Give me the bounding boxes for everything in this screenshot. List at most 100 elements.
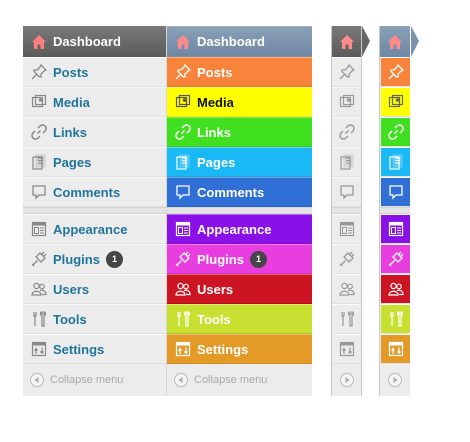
expand-menu-button[interactable]: [380, 364, 410, 396]
collapse-arrow-icon: [174, 373, 188, 387]
settings-icon: [336, 340, 358, 358]
menu-item-plugins[interactable]: Plugins 1: [23, 244, 166, 274]
home-icon: [384, 33, 406, 51]
menu-item-plugins[interactable]: [332, 244, 361, 274]
menu-item-label: Dashboard: [197, 34, 265, 49]
home-icon: [336, 33, 358, 51]
menu-item-label: Media: [197, 94, 234, 110]
menu-item-media[interactable]: [381, 87, 410, 117]
menu-item-label: Settings: [53, 341, 105, 357]
expand-arrow-icon: [339, 373, 354, 387]
collapse-menu-label: Collapse menu: [194, 374, 268, 386]
menu-item-links[interactable]: [332, 117, 361, 147]
appearance-icon: [172, 220, 194, 238]
menu-item-label: Pages: [53, 154, 92, 170]
links-icon: [336, 123, 358, 141]
menu-item-posts[interactable]: [381, 57, 410, 87]
appearance-icon: [385, 220, 407, 238]
menu-item-settings[interactable]: [381, 334, 410, 364]
menu-item-comments[interactable]: Comments: [167, 177, 312, 207]
menu-item-pages[interactable]: [381, 147, 410, 177]
settings-icon: [28, 340, 50, 358]
menu-item-label: Comments: [53, 184, 121, 200]
comments-icon: [385, 183, 407, 201]
posts-icon: [28, 63, 50, 81]
collapse-menu-button[interactable]: Collapse menu: [167, 364, 312, 396]
menu-item-dashboard[interactable]: [332, 26, 370, 57]
comments-icon: [336, 183, 358, 201]
menu-item-label: Dashboard: [53, 34, 121, 49]
menu-item-links[interactable]: [381, 117, 410, 147]
menu-item-media[interactable]: Media: [167, 87, 312, 117]
menu-item-label: Comments: [197, 184, 265, 200]
expand-arrow-icon: [388, 373, 402, 387]
menu-item-posts[interactable]: Posts: [167, 57, 312, 87]
menu-item-label: Posts: [197, 64, 233, 80]
menu-item-tools[interactable]: [332, 304, 361, 334]
menu-item-pages[interactable]: Pages: [23, 147, 166, 177]
menu-item-dashboard[interactable]: Dashboard: [23, 26, 166, 57]
admin-menu-default: Dashboard Posts Media Links Pages Commen…: [23, 26, 167, 396]
collapse-arrow-icon: [30, 373, 44, 387]
menu-item-users[interactable]: [381, 274, 410, 304]
tools-icon: [385, 310, 407, 328]
menu-item-appearance[interactable]: Appearance: [23, 214, 166, 244]
tools-icon: [172, 310, 194, 328]
menu-item-label: Links: [53, 124, 87, 140]
menu-item-media[interactable]: [332, 87, 361, 117]
menu-item-label: Posts: [53, 64, 89, 80]
menu-item-users[interactable]: Users: [23, 274, 166, 304]
tools-icon: [336, 310, 358, 328]
menu-item-dashboard[interactable]: Dashboard: [167, 26, 312, 57]
menu-item-comments[interactable]: Comments: [23, 177, 166, 207]
menu-item-plugins[interactable]: Plugins 1: [167, 244, 312, 274]
pages-icon: [172, 153, 194, 171]
menu-item-links[interactable]: Links: [167, 117, 312, 147]
admin-menu-colored: Dashboard Posts Media Links Pages Commen…: [167, 26, 312, 396]
collapse-menu-button[interactable]: Collapse menu: [23, 364, 166, 396]
menu-item-settings[interactable]: Settings: [23, 334, 166, 364]
update-count-badge: 1: [249, 250, 267, 268]
menu-item-appearance[interactable]: Appearance: [167, 214, 312, 244]
menu-item-plugins[interactable]: [381, 244, 410, 274]
menu-item-label: Users: [197, 281, 234, 297]
admin-menu-collapsed-colored: [379, 26, 419, 396]
media-icon: [336, 93, 358, 111]
menu-item-label: Pages: [197, 154, 236, 170]
menu-item-tools[interactable]: Tools: [23, 304, 166, 334]
menu-item-tools[interactable]: [381, 304, 410, 334]
appearance-icon: [28, 220, 50, 238]
posts-icon: [172, 63, 194, 81]
menu-separator: [167, 207, 312, 214]
menu-item-users[interactable]: [332, 274, 361, 304]
menu-item-pages[interactable]: Pages: [167, 147, 312, 177]
menu-item-posts[interactable]: Posts: [23, 57, 166, 87]
menu-item-links[interactable]: Links: [23, 117, 166, 147]
links-icon: [385, 123, 407, 141]
tools-icon: [28, 310, 50, 328]
menu-item-tools[interactable]: Tools: [167, 304, 312, 334]
menu-item-label: Links: [197, 124, 231, 140]
media-icon: [385, 93, 407, 111]
menu-item-dashboard[interactable]: [380, 26, 419, 57]
settings-icon: [385, 340, 407, 358]
menu-item-label: Users: [53, 281, 90, 297]
home-icon: [172, 33, 194, 51]
plugins-icon: [385, 250, 407, 268]
media-icon: [172, 93, 194, 111]
menu-item-settings[interactable]: Settings: [167, 334, 312, 364]
pages-icon: [385, 153, 407, 171]
menu-item-label: Media: [53, 94, 90, 110]
menu-item-posts[interactable]: [332, 57, 361, 87]
menu-item-label: Appearance: [53, 221, 128, 237]
plugins-icon: [172, 250, 194, 268]
menu-item-comments[interactable]: [332, 177, 361, 207]
menu-item-comments[interactable]: [381, 177, 410, 207]
menu-item-users[interactable]: Users: [167, 274, 312, 304]
menu-item-media[interactable]: Media: [23, 87, 166, 117]
menu-item-appearance[interactable]: [381, 214, 410, 244]
menu-item-pages[interactable]: [332, 147, 361, 177]
menu-item-appearance[interactable]: [332, 214, 361, 244]
expand-menu-button[interactable]: [332, 364, 361, 396]
menu-item-settings[interactable]: [332, 334, 361, 364]
